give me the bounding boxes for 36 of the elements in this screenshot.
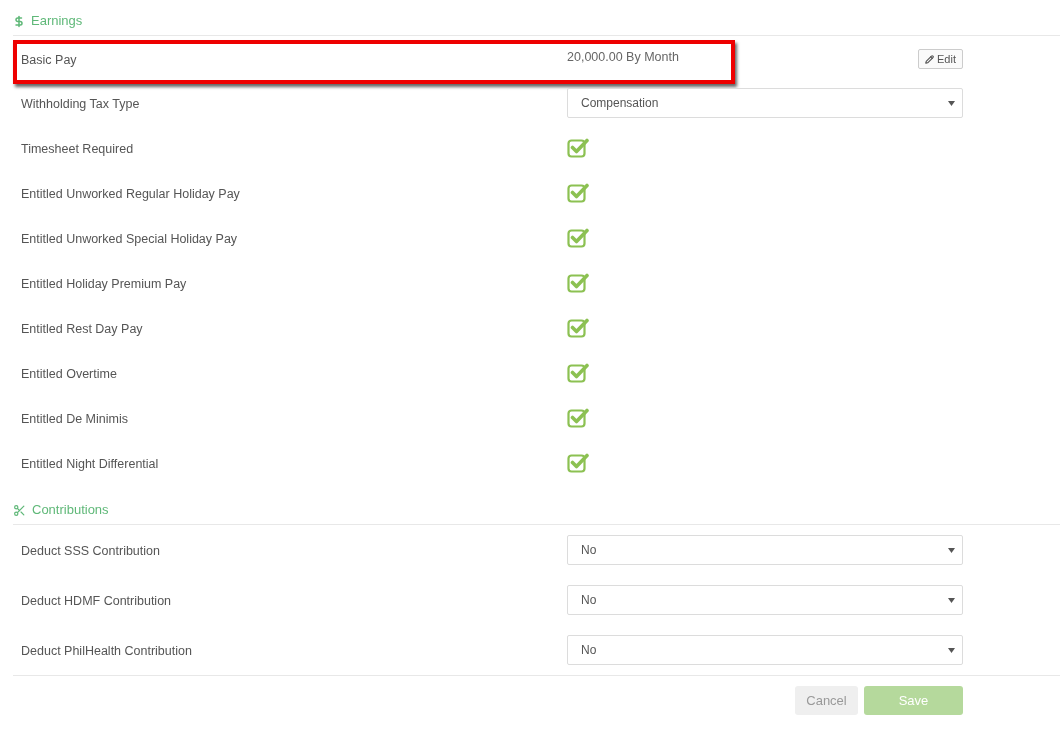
caret-icon [948,100,955,106]
field-label: Entitled Unworked Regular Holiday Pay [21,186,240,201]
field-label: Entitled Overtime [21,366,117,381]
select-field[interactable]: No [567,635,963,665]
checkbox[interactable] [567,316,589,339]
section-title: Earnings [31,13,83,28]
section-title: Contributions [32,502,109,517]
field-label: Deduct HDMF Contribution [21,594,172,608]
field-label: Deduct SSS Contribution [21,544,160,558]
field-label: Timesheet Required [21,141,134,156]
field-label: Entitled Holiday Premium Pay [21,276,187,291]
field-label: Withholding Tax Type [21,97,140,111]
caret-icon [948,597,955,603]
checkbox[interactable] [567,406,589,429]
scissors-icon [13,504,26,517]
field-label: Basic Pay [21,53,77,67]
dollar-icon [13,15,25,28]
checkbox[interactable] [567,451,589,474]
edit-button[interactable]: Edit [918,49,963,69]
field-label: Deduct PhilHealth Contribution [21,644,192,658]
field-label: Entitled Night Differential [21,456,159,471]
checkbox[interactable] [567,226,589,249]
pencil-icon [925,54,935,64]
field-label: Entitled Unworked Special Holiday Pay [21,231,238,246]
checkbox[interactable] [567,361,589,384]
select-field[interactable]: No [567,535,963,565]
field-label: Entitled Rest Day Pay [21,321,143,336]
field-value: 20,000.00 By Month [567,48,679,66]
caret-icon [948,647,955,653]
checkbox[interactable] [567,271,589,294]
caret-icon [948,547,955,553]
select-field[interactable]: Compensation [567,88,963,118]
field-label: Entitled De Minimis [21,411,128,426]
checkbox[interactable] [567,136,589,159]
select-field[interactable]: No [567,585,963,615]
checkbox[interactable] [567,181,589,204]
